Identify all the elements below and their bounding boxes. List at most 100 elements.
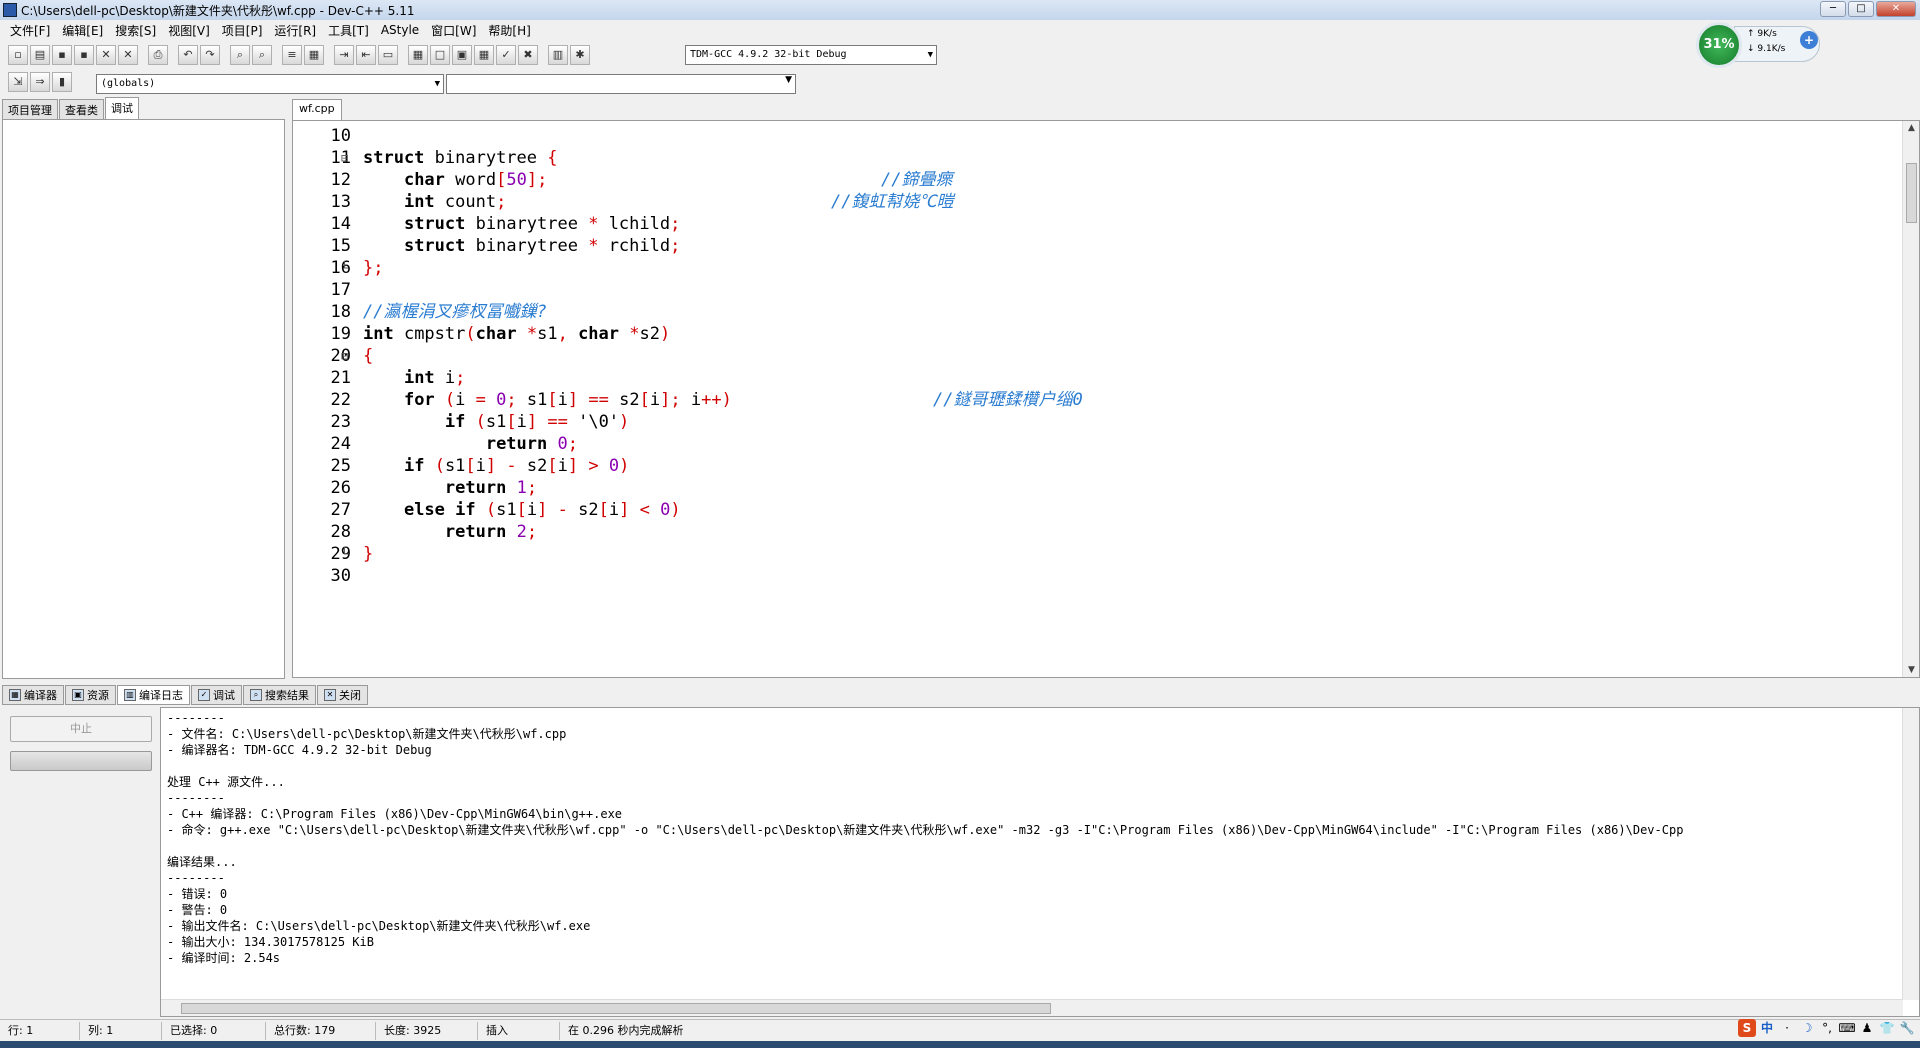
profile-icon[interactable]: ▥	[548, 45, 568, 65]
print-icon[interactable]: ⎙	[148, 45, 168, 65]
syntax-check-icon[interactable]: ✓	[496, 45, 516, 65]
scroll-down-icon[interactable]: ▼	[1903, 665, 1919, 675]
editor-vertical-scrollbar[interactable]: ▲ ▼	[1902, 121, 1919, 677]
ime-punct-icon[interactable]: ·	[1778, 1019, 1796, 1037]
code-line[interactable]: 30	[293, 565, 1893, 587]
code-line[interactable]: 27 else if (s1[i] - s2[i] < 0)	[293, 499, 1893, 521]
tab-project-manager[interactable]: 项目管理	[2, 99, 58, 119]
code-line[interactable]: 13 int count;	[293, 191, 1893, 213]
menu-run[interactable]: 运行[R]	[268, 22, 322, 39]
code-editor[interactable]: 30 29 └} 28 return 2; 27 else if (s1[i] - s2…	[292, 120, 1920, 678]
scroll-up-icon[interactable]: ▲	[1903, 123, 1919, 133]
ime-chinese-mode-icon[interactable]: 中	[1758, 1019, 1776, 1037]
menu-edit[interactable]: 编辑[E]	[56, 22, 109, 39]
network-widget[interactable]: ↑ 9K/s ↓ 9.1K/s + 31%	[1696, 22, 1824, 68]
code-line[interactable]: 11 ⊟ struct binarytree {	[293, 147, 1893, 169]
maximize-button[interactable]: □	[1848, 1, 1874, 17]
minimize-button[interactable]: ─	[1820, 1, 1846, 17]
tab-search-results[interactable]: ⌕ 搜索结果	[243, 685, 316, 705]
code-line[interactable]: 15 struct binarytree * rchild;	[293, 235, 1893, 257]
ime-settings-icon[interactable]: 🔧	[1898, 1019, 1916, 1037]
code-line[interactable]: 23 if (s1[i] == '\0')	[293, 411, 1893, 433]
ime-keyboard-icon[interactable]: ⌨	[1838, 1019, 1856, 1037]
indent-icon[interactable]: ⇥	[334, 45, 354, 65]
compile-icon[interactable]: ▦	[408, 45, 428, 65]
debug-icon[interactable]: ✱	[570, 45, 590, 65]
plus-icon[interactable]: +	[1800, 31, 1818, 49]
tab-resources[interactable]: ▣ 资源	[65, 685, 116, 705]
ime-user-icon[interactable]: ♟	[1858, 1019, 1876, 1037]
fold-toggle-icon[interactable]: ⊟	[341, 345, 353, 367]
code-line[interactable]: 12 char word[50];	[293, 169, 1893, 191]
code-line[interactable]: 17	[293, 279, 1893, 301]
code-line[interactable]: 24 return 0;	[293, 433, 1893, 455]
tab-wf-cpp[interactable]: wf.cpp	[292, 99, 342, 120]
run-icon[interactable]: □	[430, 45, 450, 65]
open-file-icon[interactable]: ▤	[30, 45, 50, 65]
tab-close[interactable]: ✕ 关闭	[317, 685, 368, 705]
code-line[interactable]: 10	[293, 125, 1893, 147]
find-icon[interactable]: ⌕	[230, 45, 250, 65]
code-line[interactable]: 26 return 1;	[293, 477, 1893, 499]
rebuild-icon[interactable]: ▦	[474, 45, 494, 65]
stop-button[interactable]: 中止	[10, 716, 152, 742]
menu-search[interactable]: 搜索[S]	[109, 22, 162, 39]
close-button[interactable]: ✕	[1876, 1, 1916, 17]
redo-icon[interactable]: ↷	[200, 45, 220, 65]
chart-icon: ▥	[124, 689, 136, 701]
code-line[interactable]: 28 return 2;	[293, 521, 1893, 543]
status-selected: 已选择: 0	[162, 1021, 266, 1040]
save-all-icon[interactable]: ▪	[74, 45, 94, 65]
code-line[interactable]: 29 └}	[293, 543, 1893, 565]
menu-astyle[interactable]: AStyle	[375, 23, 425, 37]
log-horizontal-scrollbar[interactable]	[161, 999, 1903, 1016]
log-vertical-scrollbar[interactable]	[1902, 708, 1919, 1000]
code-line[interactable]: 22 for (i = 0; s1[i] == s2[i]; i++)	[293, 389, 1893, 411]
goto-icon[interactable]: ≡	[282, 45, 302, 65]
code-line[interactable]: 21 int i;	[293, 367, 1893, 389]
menu-help[interactable]: 帮助[H]	[482, 22, 536, 39]
menu-project[interactable]: 项目[P]	[216, 22, 269, 39]
compiler-select[interactable]: TDM-GCC 4.9.2 32-bit Debug ▼	[685, 45, 937, 65]
insert-icon[interactable]: ⇲	[8, 72, 28, 92]
tab-class-browser[interactable]: 查看类	[59, 99, 104, 119]
tab-compiler[interactable]: ▦ 编译器	[2, 685, 64, 705]
unindent-icon[interactable]: ⇤	[356, 45, 376, 65]
undo-icon[interactable]: ↶	[178, 45, 198, 65]
scope-select[interactable]: (globals) ▼	[96, 74, 444, 94]
new-file-icon[interactable]: ▫	[8, 45, 28, 65]
log-line: --------	[167, 871, 225, 885]
tab-debug[interactable]: 调试	[105, 97, 139, 119]
code-line[interactable]: 14 struct binarytree * lchild;	[293, 213, 1893, 235]
bookmark-icon[interactable]: ▮	[52, 72, 72, 92]
save-icon[interactable]: ▪	[52, 45, 72, 65]
member-select[interactable]: ▼	[446, 74, 796, 94]
tab-compile-log[interactable]: ▥ 编译日志	[117, 685, 190, 705]
toggle-bookmark-icon[interactable]: ▦	[304, 45, 324, 65]
ime-skin-icon[interactable]: 👕	[1878, 1019, 1896, 1037]
menu-window[interactable]: 窗口[W]	[425, 22, 482, 39]
replace-icon[interactable]: ⌕	[252, 45, 272, 65]
line-number: 18	[330, 302, 351, 322]
menu-file[interactable]: 文件[F]	[4, 22, 56, 39]
code-line[interactable]: 20 ⊟{	[293, 345, 1893, 367]
fold-toggle-icon[interactable]: ⊟	[341, 147, 353, 169]
ime-moon-icon[interactable]: ☽	[1798, 1019, 1816, 1037]
ime-symbol-icon[interactable]: °,	[1818, 1019, 1836, 1037]
code-line[interactable]: 19 int cmpstr(char *s1, char *s2)	[293, 323, 1893, 345]
sogou-logo-icon[interactable]: S	[1738, 1019, 1756, 1037]
menu-view[interactable]: 视图[V]	[162, 22, 216, 39]
compile-run-icon[interactable]: ▣	[452, 45, 472, 65]
code-line[interactable]: 16 └};	[293, 257, 1893, 279]
scroll-thumb[interactable]	[1906, 163, 1917, 223]
code-line[interactable]: 25 if (s1[i] - s2[i] > 0)	[293, 455, 1893, 477]
comment-icon[interactable]: ▭	[378, 45, 398, 65]
tab-debug-output[interactable]: ✓ 调试	[191, 685, 242, 705]
close-file-icon[interactable]: ✕	[96, 45, 116, 65]
scroll-thumb[interactable]	[181, 1003, 1051, 1014]
compile-log[interactable]: - 编译时间: 2.54s - 输出大小: 134.3017578125 KiB -…	[160, 707, 1920, 1017]
stop-execution-icon[interactable]: ✖	[518, 45, 538, 65]
close-all-icon[interactable]: ✕	[118, 45, 138, 65]
menu-tools[interactable]: 工具[T]	[322, 22, 375, 39]
goto-definition-icon[interactable]: ⇒	[30, 72, 50, 92]
